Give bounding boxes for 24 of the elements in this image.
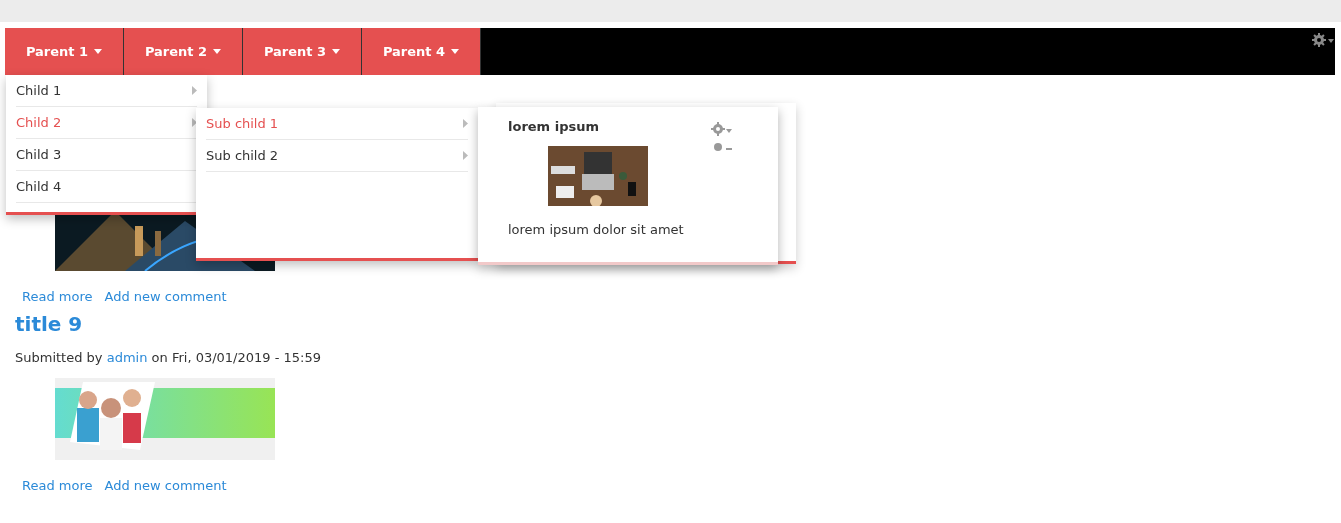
menu-item[interactable]: Sub child 1 <box>206 108 468 140</box>
caret-icon <box>451 49 460 54</box>
caret-icon <box>213 49 222 54</box>
article-link[interactable]: Read more <box>22 289 93 304</box>
chevron-right-icon <box>192 86 197 95</box>
nav-menu-button[interactable]: Parent 1 <box>5 28 124 75</box>
panel-title: lorem ipsum <box>508 119 600 134</box>
caret-icon <box>332 49 341 54</box>
article-link[interactable]: Add new comment <box>104 289 227 304</box>
article-title[interactable]: title 9 <box>15 312 1341 336</box>
panel-text: lorem ipsum dolor sit amet <box>508 222 685 237</box>
nav-menu-button[interactable]: Parent 2 <box>124 28 243 75</box>
menu-item[interactable]: Child 1 <box>16 75 197 107</box>
article-link[interactable]: Add new comment <box>104 478 227 493</box>
article-link[interactable]: Read more <box>22 478 93 493</box>
nav-menu-button[interactable]: Parent 4 <box>362 28 481 75</box>
submitted-line: Submitted by admin on Fri, 03/01/2019 - 15:59 <box>15 350 322 365</box>
author-link[interactable]: admin <box>106 350 148 365</box>
menu-item[interactable]: Sub child 2 <box>206 140 468 172</box>
nav-menu-button[interactable]: Parent 3 <box>243 28 362 75</box>
caret-icon <box>94 49 103 54</box>
chevron-right-icon <box>463 151 468 160</box>
chevron-right-icon <box>192 118 197 127</box>
chevron-right-icon <box>463 119 468 128</box>
